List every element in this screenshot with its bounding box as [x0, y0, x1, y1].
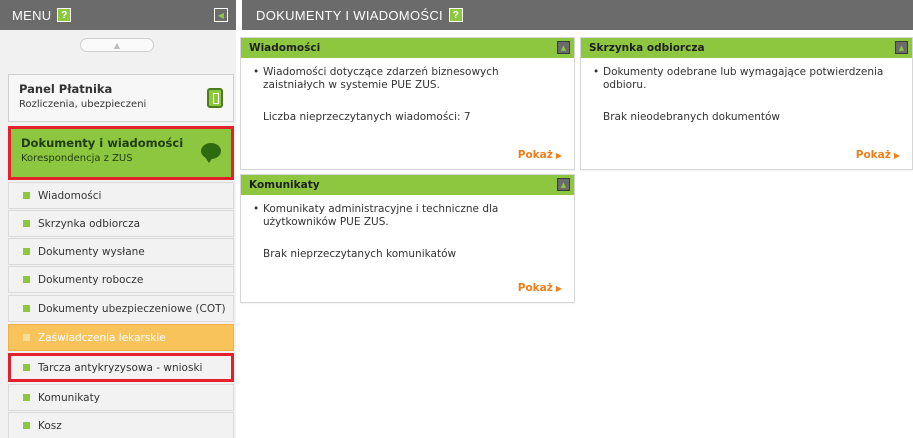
card-komunikaty: Komunikaty ▲ Komunikaty administracyjne … — [240, 174, 575, 303]
scroll-up-button[interactable]: ▲ — [80, 38, 154, 52]
card-body: Komunikaty administracyjne i techniczne … — [241, 195, 574, 261]
show-link-label: Pokaż — [517, 149, 553, 161]
show-link-label: Pokaż — [517, 282, 553, 294]
sidebar-item-kosz[interactable]: Kosz — [8, 412, 234, 438]
panel-title: Dokumenty i wiadomości — [21, 136, 184, 150]
panel-subtitle: Korespondencja z ZUS — [21, 153, 133, 164]
show-link[interactable]: Pokaż ▶ — [856, 149, 900, 161]
sidebar-item-zaswiadczenia-lekarskie[interactable]: Zaświadczenia lekarskie — [8, 324, 234, 351]
main-header: DOKUMENTY I WIADOMOŚCI ? — [242, 0, 913, 30]
sidebar-panel-dokumenty[interactable]: Dokumenty i wiadomości Korespondencja z … — [8, 126, 234, 180]
sidebar-item-dokumenty-wyslane[interactable]: Dokumenty wysłane — [8, 238, 234, 265]
bullet-icon — [23, 192, 30, 199]
ledger-icon — [207, 88, 223, 108]
sidebar-item-komunikaty[interactable]: Komunikaty — [8, 384, 234, 411]
sidebar-item-label: Komunikaty — [38, 391, 100, 404]
sidebar-item-label: Skrzynka odbiorcza — [38, 217, 141, 230]
arrow-right-icon: ▶ — [555, 151, 562, 160]
card-title: Skrzynka odbiorcza — [589, 42, 705, 54]
sidebar-header: MENU ? ◀ — [0, 0, 236, 30]
collapse-menu-icon[interactable]: ◀ — [214, 8, 228, 22]
card-header: Wiadomości ▲ — [241, 38, 574, 58]
card-title: Komunikaty — [249, 179, 320, 191]
card-wiadomosci: Wiadomości ▲ Wiadomości dotyczące zdarze… — [240, 37, 575, 170]
card-title: Wiadomości — [249, 42, 321, 54]
sidebar: MENU ? ◀ ▲ Panel Płatnika Rozliczenia, u… — [0, 0, 236, 438]
speech-bubble-icon — [201, 143, 221, 163]
card-description: Wiadomości dotyczące zdarzeń biznesowych… — [253, 66, 564, 92]
card-info: Brak nieprzeczytanych komunikatów — [263, 248, 457, 260]
sidebar-item-wiadomosci[interactable]: Wiadomości — [8, 182, 234, 209]
sidebar-item-label: Zaświadczenia lekarskie — [38, 331, 166, 344]
card-body: Wiadomości dotyczące zdarzeń biznesowych… — [241, 58, 574, 124]
bullet-icon — [23, 305, 30, 312]
collapse-card-icon[interactable]: ▲ — [895, 41, 908, 54]
show-link[interactable]: Pokaż ▶ — [518, 282, 562, 294]
collapse-card-icon[interactable]: ▲ — [557, 41, 570, 54]
page-title: DOKUMENTY I WIADOMOŚCI — [256, 7, 443, 23]
sidebar-item-dokumenty-robocze[interactable]: Dokumenty robocze — [8, 266, 234, 293]
card-header: Skrzynka odbiorcza ▲ — [581, 38, 912, 58]
card-header: Komunikaty ▲ — [241, 175, 574, 195]
bullet-icon — [23, 364, 30, 371]
sidebar-item-label: Kosz — [38, 419, 62, 432]
card-description: Dokumenty odebrane lub wymagające potwie… — [593, 66, 902, 92]
bullet-icon — [23, 334, 30, 341]
arrow-right-icon: ▶ — [893, 151, 900, 160]
bullet-icon — [23, 276, 30, 283]
collapse-card-icon[interactable]: ▲ — [557, 178, 570, 191]
sidebar-panel-platnika[interactable]: Panel Płatnika Rozliczenia, ubezpieczeni — [8, 74, 234, 122]
card-info: Brak nieodebranych dokumentów — [603, 111, 780, 123]
sidebar-item-dokumenty-ubezpieczeniowe[interactable]: Dokumenty ubezpieczeniowe (COT) — [8, 295, 234, 322]
card-body: Dokumenty odebrane lub wymagające potwie… — [581, 58, 912, 124]
panel-subtitle: Rozliczenia, ubezpieczeni — [19, 99, 147, 110]
sidebar-item-label: Dokumenty robocze — [38, 273, 144, 286]
bullet-icon — [23, 248, 30, 255]
arrow-right-icon: ▶ — [555, 284, 562, 293]
card-description: Komunikaty administracyjne i techniczne … — [253, 203, 564, 229]
bullet-icon — [23, 422, 30, 429]
sidebar-title: MENU — [12, 7, 52, 23]
sidebar-item-label: Dokumenty wysłane — [38, 245, 145, 258]
card-skrzynka-odbiorcza: Skrzynka odbiorcza ▲ Dokumenty odebrane … — [580, 37, 913, 170]
help-icon[interactable]: ? — [448, 8, 463, 22]
card-info: Liczba nieprzeczytanych wiadomości: 7 — [263, 111, 471, 123]
sidebar-item-tarcza-antykryzysowa[interactable]: Tarcza antykryzysowa - wnioski — [8, 353, 234, 382]
show-link[interactable]: Pokaż ▶ — [518, 149, 562, 161]
help-icon[interactable]: ? — [57, 8, 72, 22]
sidebar-item-label: Tarcza antykryzysowa - wnioski — [38, 361, 203, 374]
sidebar-item-label: Wiadomości — [38, 189, 102, 202]
show-link-label: Pokaż — [855, 149, 891, 161]
bullet-icon — [23, 220, 30, 227]
panel-title: Panel Płatnika — [19, 82, 113, 96]
sidebar-item-label: Dokumenty ubezpieczeniowe (COT) — [38, 302, 226, 315]
bullet-icon — [23, 394, 30, 401]
sidebar-item-skrzynka-odbiorcza[interactable]: Skrzynka odbiorcza — [8, 210, 234, 237]
